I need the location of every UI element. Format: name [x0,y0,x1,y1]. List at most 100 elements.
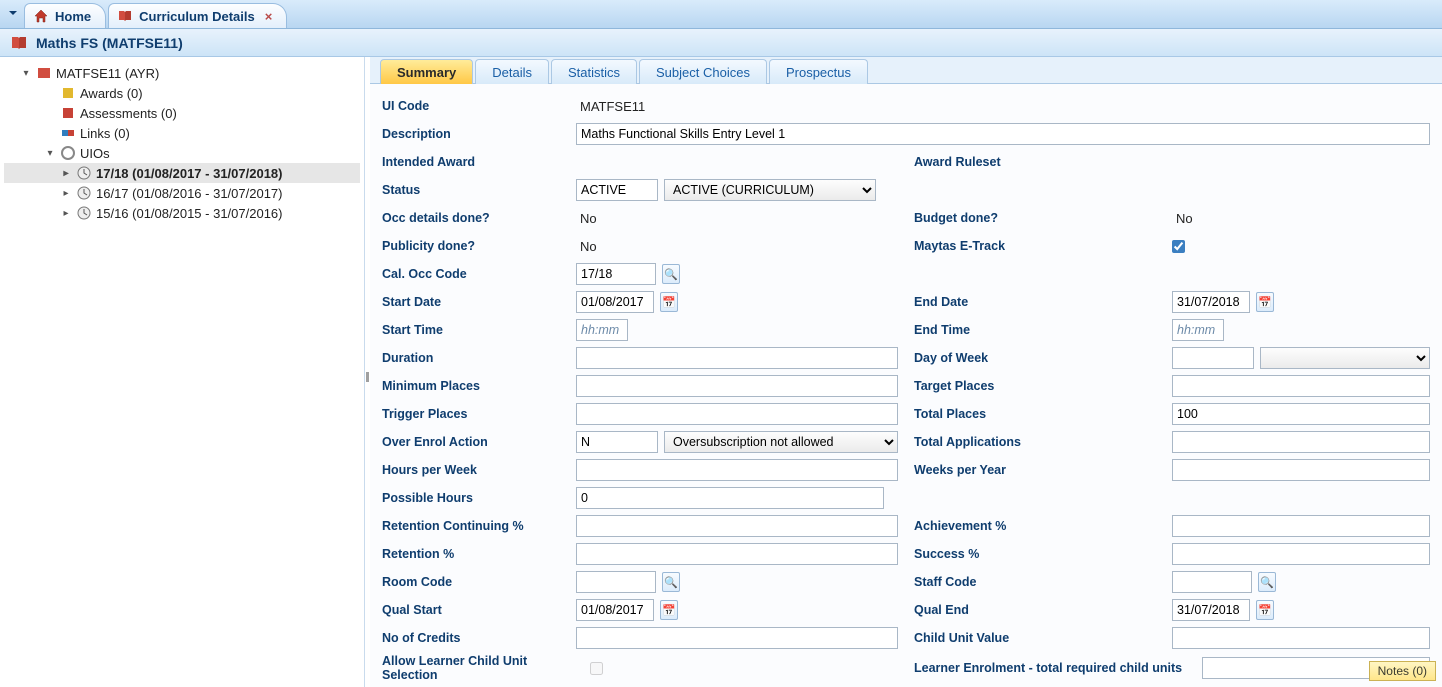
label-maytas: Maytas E-Track [914,239,1164,253]
cal-occ-input[interactable] [576,263,656,285]
trigger-places-input[interactable] [576,403,898,425]
calendar-icon[interactable]: 📅 [1256,600,1274,620]
calendar-icon[interactable]: 📅 [660,600,678,620]
label-room-code: Room Code [382,575,568,589]
label-day-of-week: Day of Week [914,351,1164,365]
label-over-enrol: Over Enrol Action [382,435,568,449]
start-time-input[interactable] [576,319,628,341]
maytas-checkbox[interactable] [1172,240,1185,253]
chevron-down-icon[interactable]: ▾ [44,148,56,159]
clock-icon [76,205,92,221]
titlebar: Maths FS (MATFSE11) [0,29,1442,57]
status-select[interactable]: ACTIVE (CURRICULUM) [664,179,876,201]
tab-home-label: Home [55,9,91,24]
calendar-icon[interactable]: 📅 [660,292,678,312]
retention-cont-input[interactable] [576,515,898,537]
tree-uios[interactable]: ▾ UIOs [4,143,360,163]
tree-pane: ▾ MATFSE11 (AYR) Awards (0) Assessments … [0,57,365,687]
tree-awards[interactable]: Awards (0) [4,83,360,103]
end-date-input[interactable] [1172,291,1250,313]
clock-icon [76,165,92,181]
tree-assessments[interactable]: Assessments (0) [4,103,360,123]
tree-uio-1617[interactable]: ▸ 16/17 (01/08/2016 - 31/07/2017) [4,183,360,203]
tree-root[interactable]: ▾ MATFSE11 (AYR) [4,63,360,83]
tab-summary[interactable]: Summary [380,59,473,84]
occ-done-value: No [576,211,597,226]
label-staff-code: Staff Code [914,575,1164,589]
over-enrol-input[interactable] [576,431,658,453]
chevron-right-icon[interactable]: ▸ [60,208,72,219]
label-intended-award: Intended Award [382,155,568,169]
chevron-down-icon[interactable]: ▾ [20,68,32,79]
notes-button[interactable]: Notes (0) [1369,661,1436,681]
tabstrip-menu-button[interactable] [4,1,22,25]
staff-code-input[interactable] [1172,571,1252,593]
label-total-places: Total Places [914,407,1164,421]
link-icon [60,125,76,141]
search-icon[interactable]: 🔍 [662,572,680,592]
target-places-input[interactable] [1172,375,1430,397]
label-retention-cont: Retention Continuing % [382,519,568,533]
summary-form: UI Code MATFSE11 Description Intended Aw… [370,84,1442,687]
tab-details[interactable]: Details [475,59,549,84]
qual-end-input[interactable] [1172,599,1250,621]
tab-curriculum-details[interactable]: Curriculum Details × [108,3,287,28]
min-places-input[interactable] [576,375,898,397]
chevron-right-icon[interactable]: ▸ [60,188,72,199]
label-budget-done: Budget done? [914,211,1164,225]
tree-uio-1718[interactable]: ▸ 17/18 (01/08/2017 - 31/07/2018) [4,163,360,183]
search-icon[interactable]: 🔍 [1258,572,1276,592]
end-time-input[interactable] [1172,319,1224,341]
no-credits-input[interactable] [576,627,898,649]
book-icon [36,65,52,81]
total-places-input[interactable] [1172,403,1430,425]
start-date-input[interactable] [576,291,654,313]
label-allow-select: Allow Learner Child Unit Selection [382,654,582,682]
label-occ-done: Occ details done? [382,211,568,225]
label-achievement: Achievement % [914,519,1164,533]
allow-select-checkbox[interactable] [590,662,603,675]
label-status: Status [382,183,568,197]
close-icon[interactable]: × [265,9,273,24]
success-input[interactable] [1172,543,1430,565]
weeks-per-year-input[interactable] [1172,459,1430,481]
content-pane: Summary Details Statistics Subject Choic… [370,57,1442,687]
achievement-input[interactable] [1172,515,1430,537]
chevron-right-icon[interactable]: ▸ [60,168,72,179]
room-code-input[interactable] [576,571,656,593]
tab-home[interactable]: Home [24,3,106,28]
description-input[interactable] [576,123,1430,145]
label-success: Success % [914,547,1164,561]
status-text-input[interactable] [576,179,658,201]
over-enrol-select[interactable]: Oversubscription not allowed [664,431,898,453]
retention-input[interactable] [576,543,898,565]
page-title: Maths FS (MATFSE11) [36,35,183,51]
duration-input[interactable] [576,347,898,369]
label-target-places: Target Places [914,379,1164,393]
label-possible-hours: Possible Hours [382,491,568,505]
total-apps-input[interactable] [1172,431,1430,453]
possible-hours-input[interactable] [576,487,884,509]
uio-icon [60,145,76,161]
day-of-week-input[interactable] [1172,347,1254,369]
link-award-ruleset[interactable]: Award Ruleset [914,155,1164,169]
hours-per-week-input[interactable] [576,459,898,481]
qual-start-input[interactable] [576,599,654,621]
tab-statistics[interactable]: Statistics [551,59,637,84]
tree-links[interactable]: Links (0) [4,123,360,143]
tab-subject-choices[interactable]: Subject Choices [639,59,767,84]
publicity-done-value: No [576,239,597,254]
child-unit-value-input[interactable] [1172,627,1430,649]
label-child-unit-value: Child Unit Value [914,631,1164,645]
tab-prospectus[interactable]: Prospectus [769,59,868,84]
search-icon[interactable]: 🔍 [662,264,680,284]
label-hours-per-week: Hours per Week [382,463,568,477]
day-of-week-select[interactable] [1260,347,1430,369]
calendar-icon[interactable]: 📅 [1256,292,1274,312]
label-qual-end: Qual End [914,603,1164,617]
label-min-places: Minimum Places [382,379,568,393]
label-publicity-done: Publicity done? [382,239,568,253]
label-qual-start: Qual Start [382,603,568,617]
tree-uio-1516[interactable]: ▸ 15/16 (01/08/2015 - 31/07/2016) [4,203,360,223]
label-description: Description [382,127,568,141]
